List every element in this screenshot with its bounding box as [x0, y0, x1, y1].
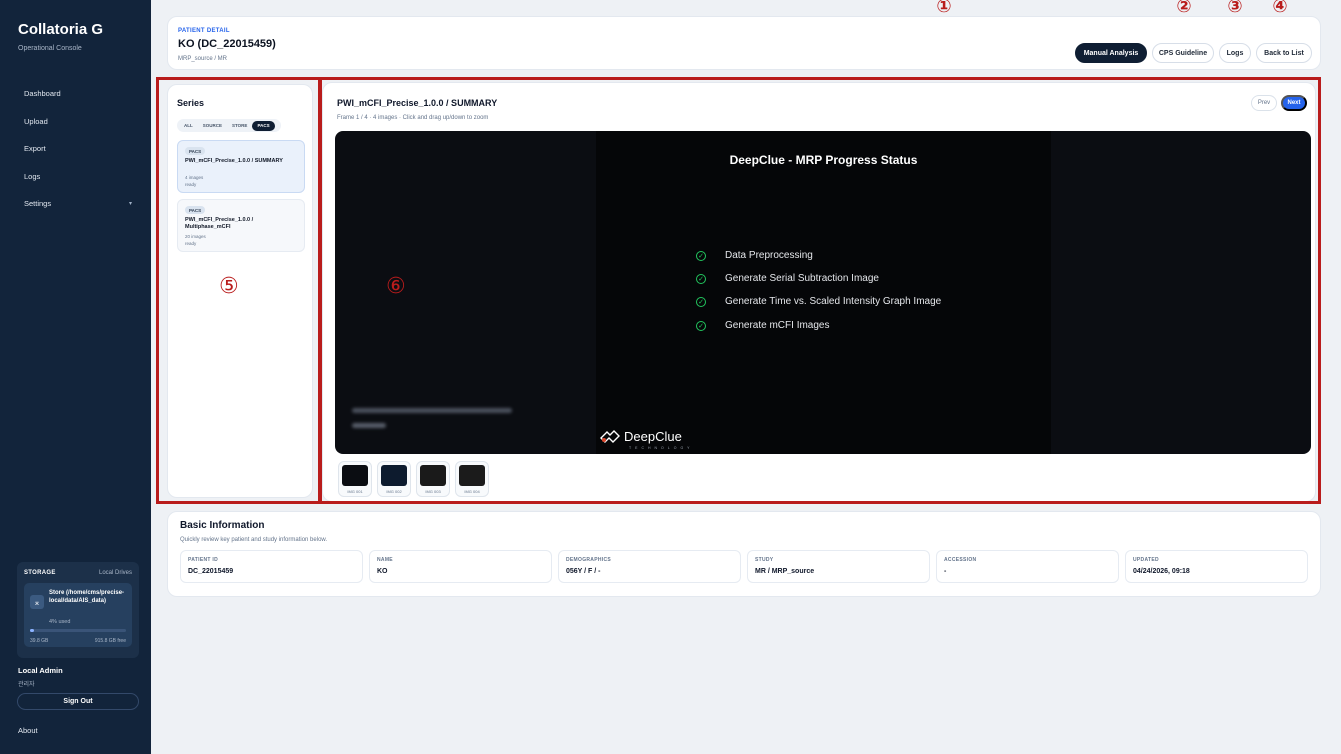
back-to-list-button[interactable]: Back to List — [1256, 43, 1312, 63]
page-subtitle: MRP_source / MR — [178, 56, 228, 62]
sidebar-item-label: Dashboard — [24, 89, 61, 99]
cps-guideline-button[interactable]: CPS Guideline — [1152, 43, 1214, 63]
annotation-1: ① — [936, 0, 952, 16]
field-value: MR / MRP_source — [755, 568, 815, 575]
field-label: DEMOGRAPHICS — [566, 557, 611, 563]
field-accession: ACCESSION - — [936, 550, 1119, 583]
storage-scope: Local Drives — [98, 570, 132, 576]
sidebar-item-dashboard[interactable]: Dashboard — [18, 80, 138, 108]
field-value: 056Y / F / - — [566, 568, 601, 575]
sidebar-item-label: Upload — [24, 116, 48, 126]
chevron-down-icon: ▾ — [128, 201, 132, 208]
field-label: PATIENT ID — [188, 557, 219, 563]
field-value: KO — [377, 568, 388, 575]
patient-header: PATIENT DETAIL KO (DC_22015459) MRP_sour… — [167, 16, 1321, 70]
annotation-4: ④ — [1272, 0, 1288, 16]
annotation-3: ③ — [1227, 0, 1243, 16]
sidebar-nav: Dashboard Upload Export Logs Settings ▾ — [18, 80, 138, 218]
field-patient-id: PATIENT ID DC_22015459 — [180, 550, 363, 583]
annotation-5: ⑤ — [219, 273, 239, 298]
brand-title: Collatoria G — [18, 21, 104, 38]
annotation-6: ⑥ — [386, 273, 406, 298]
annotation-box-series — [156, 77, 322, 504]
storage-title: STORAGE — [24, 570, 56, 576]
drive-usage-track — [30, 629, 126, 632]
drive-usage-fill — [30, 629, 34, 632]
annotation-2: ② — [1176, 0, 1192, 16]
sidebar-item-label: Logs — [24, 171, 41, 181]
sidebar-item-label: Settings — [24, 199, 52, 209]
field-label: UPDATED — [1133, 557, 1159, 563]
sidebar-item-logs[interactable]: Logs — [18, 163, 138, 191]
drive-used-size: 39.8 GB — [30, 638, 49, 644]
field-demographics: DEMOGRAPHICS 056Y / F / - — [558, 550, 741, 583]
field-value: DC_22015459 — [188, 568, 234, 575]
basic-information: Basic Information Quickly review key pat… — [167, 511, 1321, 597]
field-value: 04/24/2026, 09:18 — [1133, 568, 1190, 575]
about-link[interactable]: About — [18, 726, 38, 735]
user-name: Local Admin — [18, 666, 63, 675]
sign-out-button[interactable]: Sign Out — [17, 693, 139, 710]
annotation-box-viewer — [318, 77, 1321, 504]
sidebar: Collatoria G Operational Console Dashboa… — [0, 0, 151, 754]
drive-card[interactable]: ⌅ Store (/home/cms/precise-local/data/AI… — [24, 583, 132, 647]
user-role: 관리자 — [18, 682, 35, 688]
section-label: PATIENT DETAIL — [178, 28, 230, 34]
field-updated: UPDATED 04/24/2026, 09:18 — [1125, 550, 1308, 583]
sidebar-item-export[interactable]: Export — [18, 135, 138, 163]
page-title: KO (DC_22015459) — [178, 38, 276, 50]
drive-name: Store (/home/cms/precise-local/data/AIS_… — [49, 590, 125, 604]
field-name: NAME KO — [369, 550, 552, 583]
brand-subtitle: Operational Console — [18, 45, 82, 52]
basic-info-title: Basic Information — [180, 520, 265, 531]
logs-button[interactable]: Logs — [1219, 43, 1251, 63]
field-label: NAME — [377, 557, 393, 563]
field-label: ACCESSION — [944, 557, 977, 563]
field-study: STUDY MR / MRP_source — [747, 550, 930, 583]
field-value: - — [944, 568, 947, 575]
basic-info-subtitle: Quickly review key patient and study inf… — [180, 537, 328, 543]
manual-analysis-button[interactable]: Manual Analysis — [1075, 43, 1147, 63]
field-label: STUDY — [755, 557, 774, 563]
drive-free-size: 915.8 GB free — [94, 638, 126, 644]
storage-panel: STORAGE Local Drives ⌅ Store (/home/cms/… — [17, 562, 139, 658]
sidebar-item-label: Export — [24, 144, 46, 154]
sidebar-item-upload[interactable]: Upload — [18, 108, 138, 136]
drive-icon: ⌅ — [30, 595, 44, 609]
sidebar-item-settings[interactable]: Settings ▾ — [18, 190, 138, 218]
drive-used-percent: 4% used — [49, 619, 71, 625]
